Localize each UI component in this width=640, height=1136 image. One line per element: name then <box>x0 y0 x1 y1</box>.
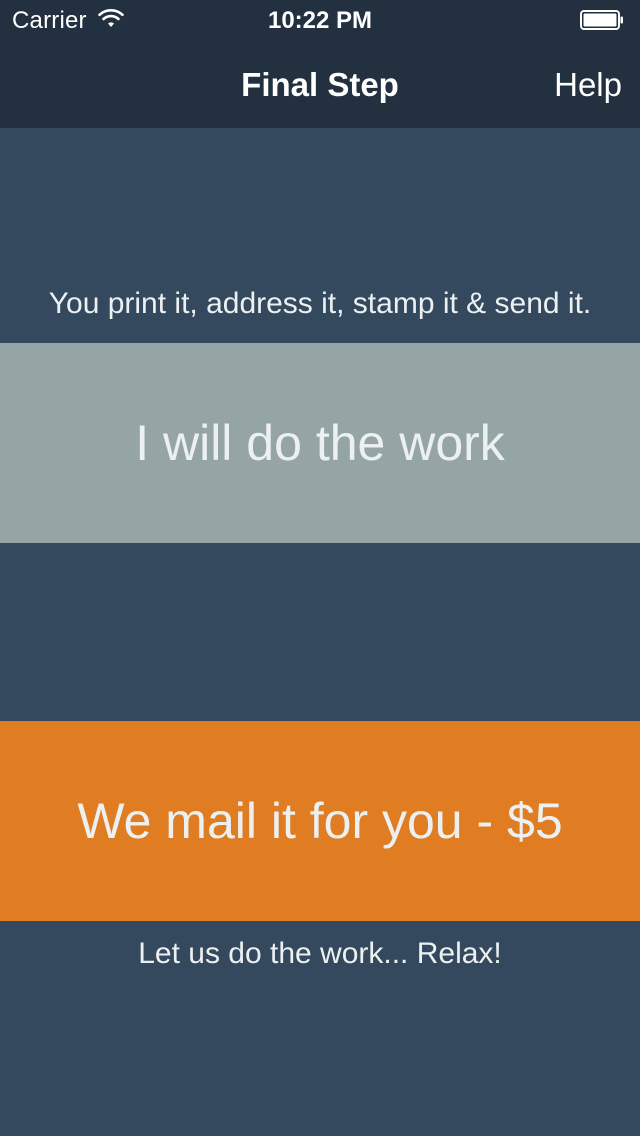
help-button[interactable]: Help <box>554 66 622 104</box>
page-title: Final Step <box>241 66 399 103</box>
navigation-bar: Final Step Help <box>0 40 640 128</box>
battery-icon <box>580 10 623 30</box>
status-bar: Carrier 10:22 PM <box>0 0 640 40</box>
self-option-caption: You print it, address it, stamp it & sen… <box>48 287 592 320</box>
mail-option-caption: Let us do the work... Relax! <box>138 937 502 970</box>
do-it-myself-label: I will do the work <box>135 415 505 471</box>
do-it-myself-button[interactable]: I will do the work <box>0 343 640 543</box>
mail-for-me-button[interactable]: We mail it for you - $5 <box>0 721 640 921</box>
top-bar: Carrier 10:22 PM Final Step Help <box>0 0 640 128</box>
status-time: 10:22 PM <box>267 7 373 34</box>
mail-for-me-label: We mail it for you - $5 <box>77 793 563 849</box>
